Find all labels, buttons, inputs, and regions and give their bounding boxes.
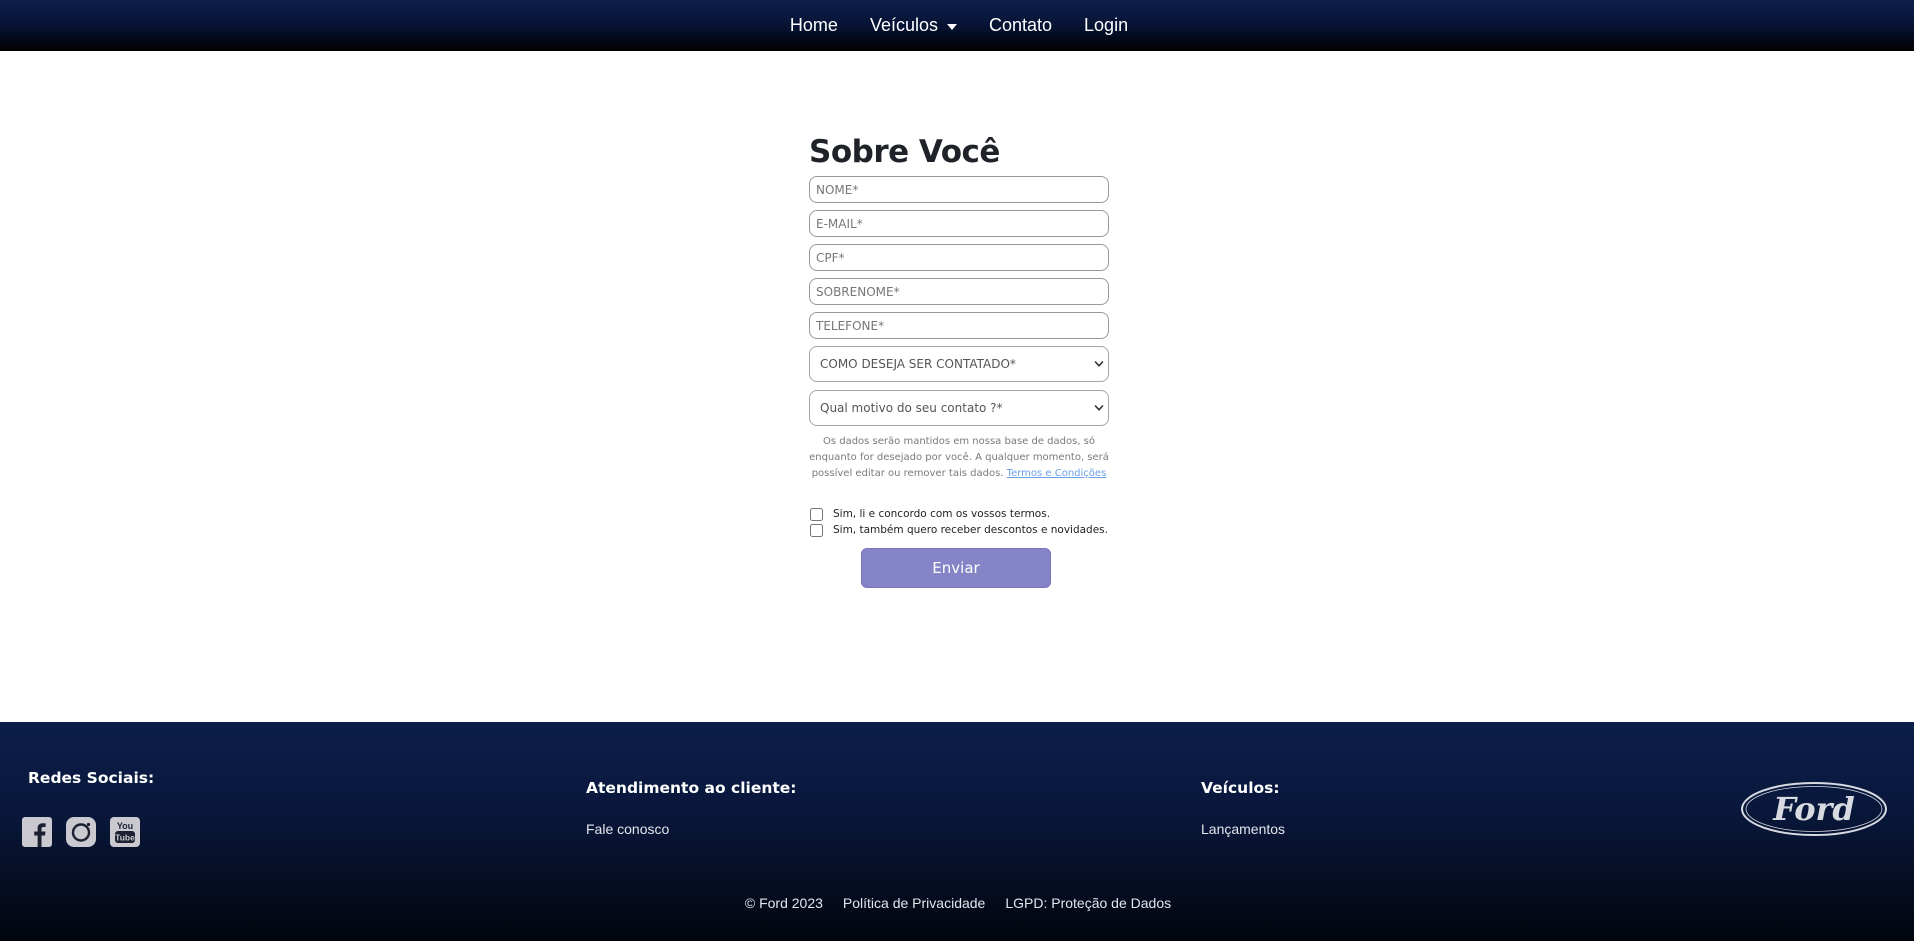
consent-checkboxes: Sim, li e concordo com os vossos termos.… [809, 506, 1111, 538]
ford-logo-text: Ford [1772, 790, 1855, 828]
terms-checkbox-label: Sim, li e concordo com os vossos termos. [833, 508, 1051, 520]
nav-item-contato-label: Contato [988, 15, 1053, 35]
nav-item-home[interactable]: Home [774, 15, 854, 36]
youtube-icon[interactable]: You Tube [110, 817, 140, 847]
top-navbar: Home Veículos Contato Login [0, 0, 1914, 51]
name-field[interactable] [809, 176, 1109, 203]
form-title: Sobre Você [809, 134, 1000, 170]
caret-down-icon [946, 23, 957, 30]
contact-us-link[interactable]: Fale conosco [586, 821, 669, 837]
privacy-disclaimer: Os dados serão mantidos em nossa base de… [809, 434, 1109, 482]
nav-item-contato[interactable]: Contato [973, 15, 1068, 36]
contact-method-select[interactable]: COMO DESEJA SER CONTATADO* [809, 346, 1109, 382]
customer-service-heading: Atendimento ao cliente: [586, 779, 797, 797]
contact-reason-select-value: Qual motivo do seu contato ?* [820, 401, 1003, 415]
copyright-text: © Ford 2023 [744, 895, 823, 911]
email-field[interactable] [809, 210, 1109, 237]
nav-item-login-label: Login [1084, 15, 1129, 35]
nav-item-home-label: Home [789, 15, 838, 35]
terms-link[interactable]: Termos e Condições [1007, 468, 1107, 479]
contact-method-select-value: COMO DESEJA SER CONTATADO* [820, 357, 1016, 371]
privacy-policy-link[interactable]: Política de Privacidade [843, 895, 985, 911]
phone-field[interactable] [809, 312, 1109, 339]
site-footer: Redes Sociais: You Tube Atendimento ao c… [0, 722, 1914, 941]
social-heading: Redes Sociais: [28, 769, 155, 787]
chevron-down-icon [1094, 361, 1104, 367]
newsletter-consent-row: Sim, também quero receber descontos e no… [809, 522, 1111, 538]
surname-field[interactable] [809, 278, 1109, 305]
nav-item-veiculos-label: Veículos [869, 15, 938, 35]
youtube-icon-text-bottom: Tube [115, 833, 135, 843]
youtube-icon-text-top: You [117, 821, 133, 831]
cpf-field[interactable] [809, 244, 1109, 271]
contact-reason-select[interactable]: Qual motivo do seu contato ?* [809, 390, 1109, 426]
lgpd-link[interactable]: LGPD: Proteção de Dados [1005, 895, 1171, 911]
newsletter-checkbox-label: Sim, também quero receber descontos e no… [833, 524, 1108, 536]
chevron-down-icon [1094, 405, 1104, 411]
nav-item-veiculos-dropdown[interactable]: Veículos [854, 15, 973, 36]
facebook-icon[interactable] [22, 817, 52, 847]
submit-button[interactable]: Enviar [861, 548, 1051, 588]
terms-consent-row: Sim, li e concordo com os vossos termos. [809, 506, 1111, 522]
social-links: You Tube [22, 817, 140, 847]
nav-menu: Home Veículos Contato Login [774, 15, 1144, 36]
launches-link[interactable]: Lançamentos [1201, 821, 1285, 837]
newsletter-checkbox[interactable] [810, 523, 823, 537]
ford-logo: Ford [1741, 782, 1887, 836]
vehicles-heading: Veículos: [1201, 779, 1280, 797]
instagram-icon[interactable] [66, 817, 96, 847]
nav-item-login[interactable]: Login [1068, 15, 1144, 36]
contact-form: Sobre Você COMO DESEJA SER CONTATADO* Qu… [809, 128, 1111, 588]
footer-bottom-links: © Ford 2023 Política de Privacidade LGPD… [0, 895, 1914, 911]
terms-checkbox[interactable] [810, 507, 823, 521]
